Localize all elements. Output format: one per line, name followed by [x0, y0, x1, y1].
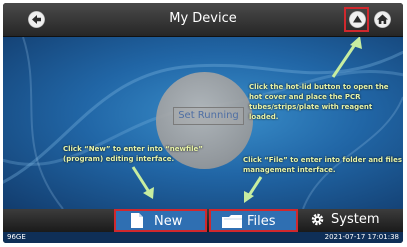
hot-lid-hint: Click the hot-lid button to open the hot…	[249, 83, 389, 121]
tab-new-label: New	[154, 214, 183, 229]
title-bar: My Device	[3, 3, 403, 37]
files-hint: Click “File” to enter into folder and fi…	[243, 156, 402, 174]
page-title: My Device	[169, 11, 237, 26]
new-file-icon	[131, 213, 143, 228]
device-screen: My Device Set Running Click the hot-lid …	[3, 3, 403, 243]
hot-lid-button[interactable]	[349, 11, 366, 28]
tab-new[interactable]: New	[114, 209, 207, 232]
status-bar: 96GE 2021-07-17 17:01:38	[3, 232, 403, 243]
bottom-nav: New Files System	[3, 209, 403, 232]
new-hint: Click “New” to enter into “newfile” (pro…	[63, 145, 203, 163]
gear-icon	[311, 213, 324, 226]
tab-files-label: Files	[247, 214, 276, 229]
date-time: 2021-07-17 17:01:38	[324, 233, 399, 241]
set-running-button[interactable]: Set Running	[173, 107, 244, 125]
main-panel: Set Running Click the hot-lid button to …	[3, 37, 403, 209]
device-model: 96GE	[7, 233, 26, 241]
tab-system[interactable]: System	[303, 209, 403, 232]
home-icon	[377, 14, 388, 24]
eject-triangle-icon	[353, 15, 362, 23]
home-button[interactable]	[374, 11, 391, 28]
tab-system-label: System	[331, 212, 380, 227]
folder-icon	[222, 215, 242, 228]
tab-files[interactable]: Files	[209, 209, 298, 232]
